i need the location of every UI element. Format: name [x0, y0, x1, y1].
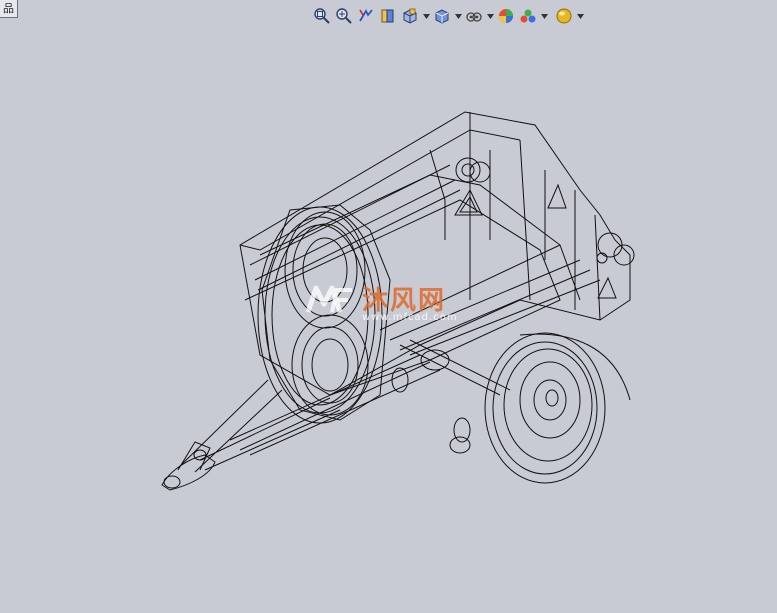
hide-show-items-dropdown-icon[interactable] [486, 6, 494, 26]
watermark: 沐风网 www.mfcad.com [304, 280, 457, 323]
view-settings-dropdown-icon[interactable] [576, 6, 584, 26]
view-orientation-dropdown-icon[interactable] [422, 6, 430, 26]
display-style-icon[interactable] [432, 6, 452, 26]
zoom-to-fit-icon[interactable] [312, 6, 332, 26]
graphics-area[interactable]: 品 沐风网 www.mfcad.com [0, 0, 777, 613]
display-style-dropdown-icon[interactable] [454, 6, 462, 26]
heads-up-view-toolbar [312, 4, 584, 28]
zoom-to-area-icon[interactable] [334, 6, 354, 26]
section-view-icon[interactable] [378, 6, 398, 26]
apply-scene-dropdown-icon[interactable] [540, 6, 548, 26]
edit-appearance-icon[interactable] [496, 6, 516, 26]
watermark-url: www.mfcad.com [362, 312, 458, 323]
view-orientation-icon[interactable] [400, 6, 420, 26]
watermark-logo-icon [305, 285, 352, 313]
previous-view-icon[interactable] [356, 6, 376, 26]
hide-show-items-icon[interactable] [464, 6, 484, 26]
apply-scene-icon[interactable] [518, 6, 538, 26]
feature-manager-tab[interactable]: 品 [0, 0, 18, 18]
view-settings-icon[interactable] [554, 6, 574, 26]
